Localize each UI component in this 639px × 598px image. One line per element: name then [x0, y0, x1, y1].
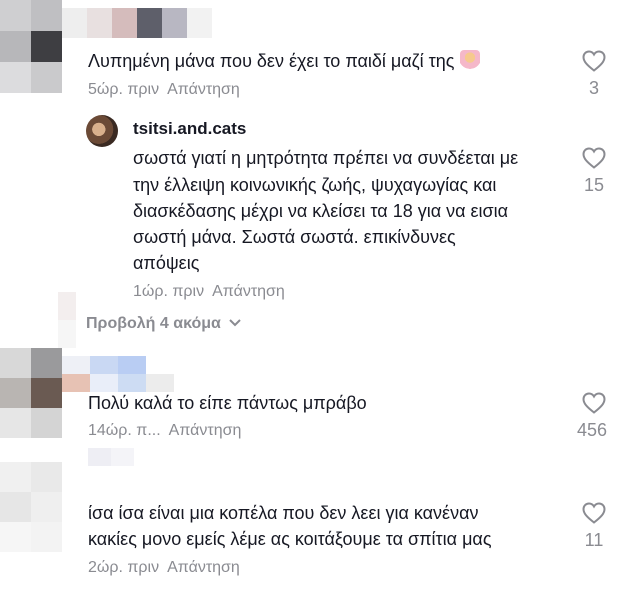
heart-icon	[582, 392, 606, 414]
comment-meta: 2ώρ. πριν Απάντηση	[88, 559, 240, 577]
avatar-pixelated	[0, 348, 62, 438]
woman-shrugging-emoji	[460, 50, 481, 70]
avatar-pixelated	[0, 0, 62, 93]
timestamp: 1ώρ. πριν	[133, 283, 205, 300]
heart-icon	[582, 50, 606, 72]
reply-text-line: σωστή μάνα. Σωστά σωστά. επικίνδυνες	[133, 227, 456, 247]
like-count: 3	[588, 78, 599, 98]
timestamp: 14ώρ. π...	[88, 422, 161, 439]
comment-meta: 5ώρ. πριν Απάντηση	[88, 81, 240, 99]
username-pixelated	[62, 356, 174, 392]
pixelated-fragment	[58, 292, 76, 348]
reply-text-line: απόψεις	[133, 253, 200, 273]
reply-button[interactable]: Απάντηση	[167, 559, 240, 576]
reply-text-line: διασκέδασης μέχρι να κλείσει τα 18 για ν…	[133, 201, 509, 221]
comment-text: Λυπημένη μάνα που δεν έχει το παιδί μαζί…	[88, 48, 481, 74]
reply-text-line: την έλλειψη κοινωνικής ζωής, ψυχαγωγίας …	[133, 175, 497, 195]
avatar-pixelated	[0, 462, 62, 552]
like-count: 15	[583, 175, 605, 195]
like-button[interactable]: 456	[574, 392, 614, 441]
like-button[interactable]: 15	[574, 147, 614, 196]
username[interactable]: tsitsi.and.cats	[133, 119, 246, 139]
timestamp: 2ώρ. πριν	[88, 559, 160, 576]
avatar[interactable]	[86, 115, 118, 147]
like-button[interactable]: 3	[574, 50, 614, 99]
like-count: 11	[584, 530, 604, 550]
reply-text-line: σωστά γιατί η μητρότητα πρέπει να συνδέε…	[133, 148, 519, 168]
reply-button[interactable]: Απάντηση	[169, 422, 242, 439]
comment-text-line: κακίες μονο εμείς λέμε ας κοιτάξουμε τα …	[88, 529, 492, 549]
comment-text: Πολύ καλά το είπε πάντως μπράβο	[88, 393, 367, 413]
comment-meta: 1ώρ. πριν Απάντηση	[133, 283, 285, 301]
username-pixelated	[88, 448, 134, 466]
comment-text-line: ίσα ίσα είναι μια κοπέλα που δεν λεει γι…	[88, 503, 479, 523]
heart-icon	[582, 502, 606, 524]
username-pixelated	[62, 8, 212, 38]
chevron-down-icon	[229, 319, 242, 327]
view-more-replies[interactable]: Προβολή 4 ακόμα	[86, 315, 242, 333]
timestamp: 5ώρ. πριν	[88, 81, 160, 98]
comment-meta: 14ώρ. π... Απάντηση	[88, 422, 241, 440]
reply-button[interactable]: Απάντηση	[167, 81, 240, 98]
like-count: 456	[576, 420, 608, 440]
like-button[interactable]: 11	[574, 502, 614, 551]
reply-button[interactable]: Απάντηση	[212, 283, 285, 300]
heart-icon	[582, 147, 606, 169]
